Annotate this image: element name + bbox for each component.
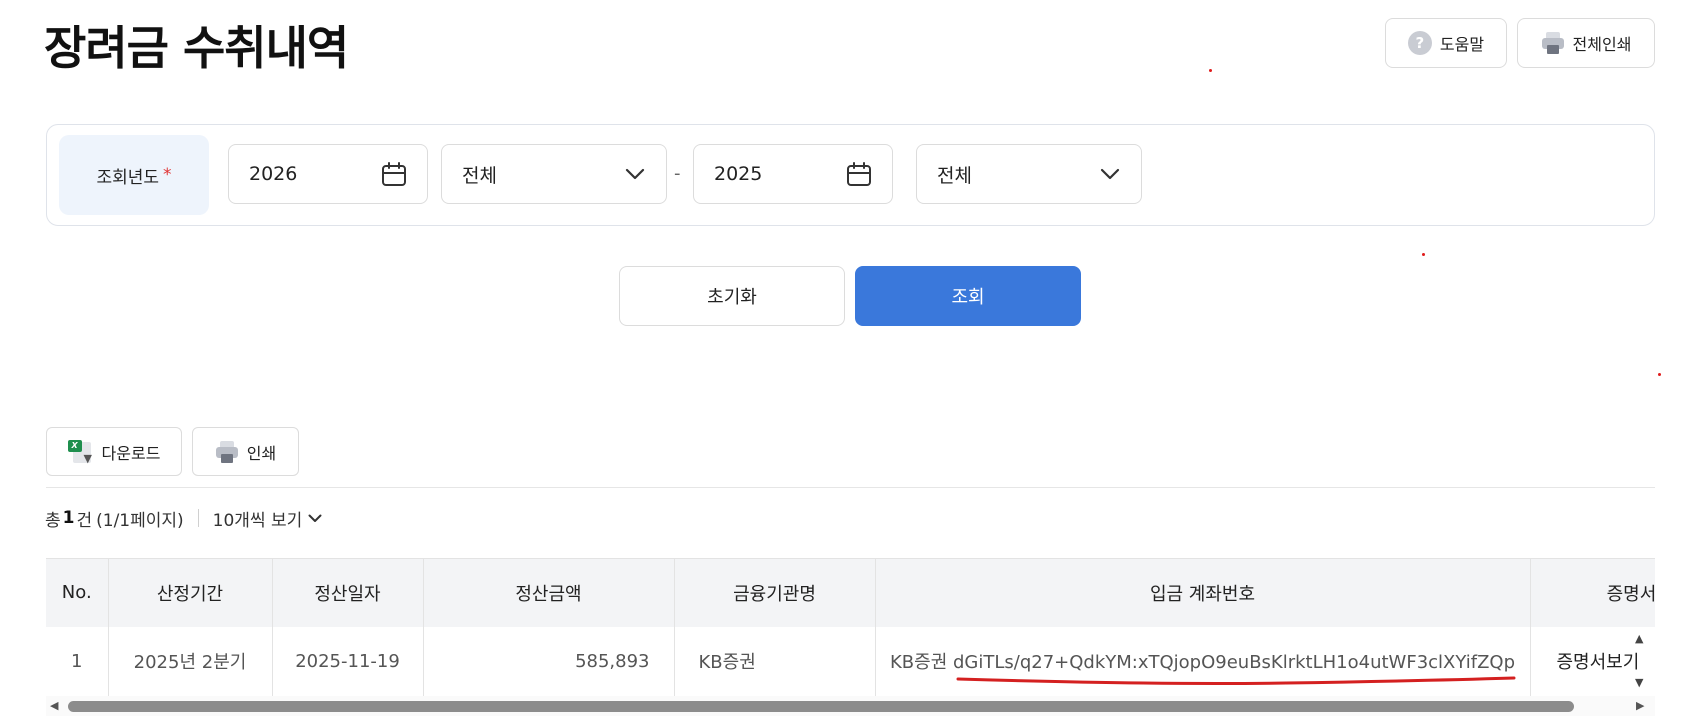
- cell-institution: KB증권: [674, 626, 876, 697]
- to-year-value: 2025: [714, 163, 763, 185]
- per-page-label: 10개씩 보기: [212, 510, 303, 531]
- divider: [46, 487, 1655, 488]
- result-summary: 총 1 건 (1/1페이지) 10개씩 보기: [45, 506, 323, 531]
- excel-download-icon: X ▼: [67, 439, 94, 465]
- scroll-up-arrow-icon[interactable]: ▲: [1635, 632, 1643, 645]
- horizontal-scrollbar[interactable]: ◀ ▶: [46, 696, 1655, 716]
- table-header-row: No. 산정기간 정산일자 정산금액 금융기관명 입금 계좌번호 증명서보기: [46, 558, 1655, 627]
- to-type-value: 전체: [937, 164, 972, 187]
- header-settle-amount: 정산금액: [423, 558, 675, 627]
- scrollbar-thumb[interactable]: [68, 701, 1574, 712]
- account-number-text: KB증권 dGiTLs/q27+QdkYM:xTQjopO9euBsKlrktL…: [889, 652, 1516, 674]
- reset-button[interactable]: 초기화: [619, 266, 845, 326]
- header-settle-date: 정산일자: [272, 558, 424, 627]
- print-all-button-label: 전체인쇄: [1572, 35, 1632, 54]
- cell-account-number: KB증권 dGiTLs/q27+QdkYM:xTQjopO9euBsKlrktL…: [875, 626, 1531, 697]
- from-year-field[interactable]: 2026: [228, 144, 428, 204]
- summary-pages: (1/1페이지): [96, 510, 184, 531]
- from-type-select[interactable]: 전체: [441, 144, 667, 204]
- chevron-down-icon: [308, 508, 322, 528]
- scroll-right-arrow-icon[interactable]: ▶: [1636, 699, 1644, 712]
- scroll-left-arrow-icon[interactable]: ◀: [50, 699, 58, 712]
- print-all-button[interactable]: 전체인쇄: [1517, 18, 1655, 68]
- print-button-label: 인쇄: [246, 443, 277, 463]
- calendar-icon[interactable]: [846, 161, 872, 187]
- cell-settle-amount: 585,893: [423, 626, 675, 697]
- chevron-down-icon: [624, 163, 646, 185]
- range-separator: -: [674, 163, 681, 184]
- red-dot-mark: [1209, 69, 1212, 72]
- header-period: 산정기간: [108, 558, 273, 627]
- page-title: 장려금 수취내역: [44, 21, 349, 75]
- required-mark: *: [163, 165, 172, 185]
- cell-period: 2025년 2분기: [108, 626, 273, 697]
- search-panel: 조회년도 * 2026 전체 - 2025 전체: [46, 124, 1655, 226]
- search-button[interactable]: 조회: [855, 266, 1081, 326]
- to-type-select[interactable]: 전체: [916, 144, 1142, 204]
- download-button[interactable]: X ▼ 다운로드: [46, 427, 182, 476]
- cell-no: 1: [46, 626, 109, 697]
- filter-label: 조회년도 *: [59, 135, 209, 215]
- download-button-label: 다운로드: [101, 443, 161, 463]
- red-underline-annotation: [956, 676, 1515, 685]
- red-dot-mark: [1422, 253, 1425, 256]
- header-certificate: 증명서보기: [1530, 558, 1655, 627]
- printer-icon: [1541, 31, 1565, 55]
- cell-settle-date: 2025-11-19: [272, 626, 424, 697]
- summary-prefix: 총: [45, 510, 61, 531]
- from-year-value: 2026: [249, 163, 298, 185]
- help-button-label: 도움말: [1439, 35, 1485, 54]
- results-table: No. 산정기간 정산일자 정산금액 금융기관명 입금 계좌번호 증명서보기 1…: [46, 558, 1655, 716]
- header-no: No.: [46, 558, 109, 627]
- per-page-select[interactable]: 10개씩 보기: [213, 506, 323, 531]
- table-row: 1 2025년 2분기 2025-11-19 585,893 KB증권 KB증권…: [46, 626, 1655, 697]
- header-account-number: 입금 계좌번호: [875, 558, 1531, 627]
- summary-count: 1: [62, 508, 75, 528]
- calendar-icon[interactable]: [381, 161, 407, 187]
- scroll-down-arrow-icon[interactable]: ▼: [1635, 676, 1643, 689]
- to-year-field[interactable]: 2025: [693, 144, 893, 204]
- chevron-down-icon: [1099, 163, 1121, 185]
- question-icon: ?: [1407, 31, 1432, 55]
- summary-unit: 건: [76, 510, 93, 531]
- printer-icon: [215, 440, 239, 464]
- help-button[interactable]: ? 도움말: [1385, 18, 1507, 68]
- summary-separator: [197, 509, 199, 527]
- red-dot-mark: [1658, 373, 1661, 376]
- print-button[interactable]: 인쇄: [192, 427, 299, 476]
- header-institution: 금융기관명: [674, 558, 876, 627]
- from-type-value: 전체: [462, 164, 497, 187]
- filter-label-text: 조회년도: [96, 167, 160, 188]
- vertical-scrollbar[interactable]: ▲ ▼: [1631, 626, 1651, 696]
